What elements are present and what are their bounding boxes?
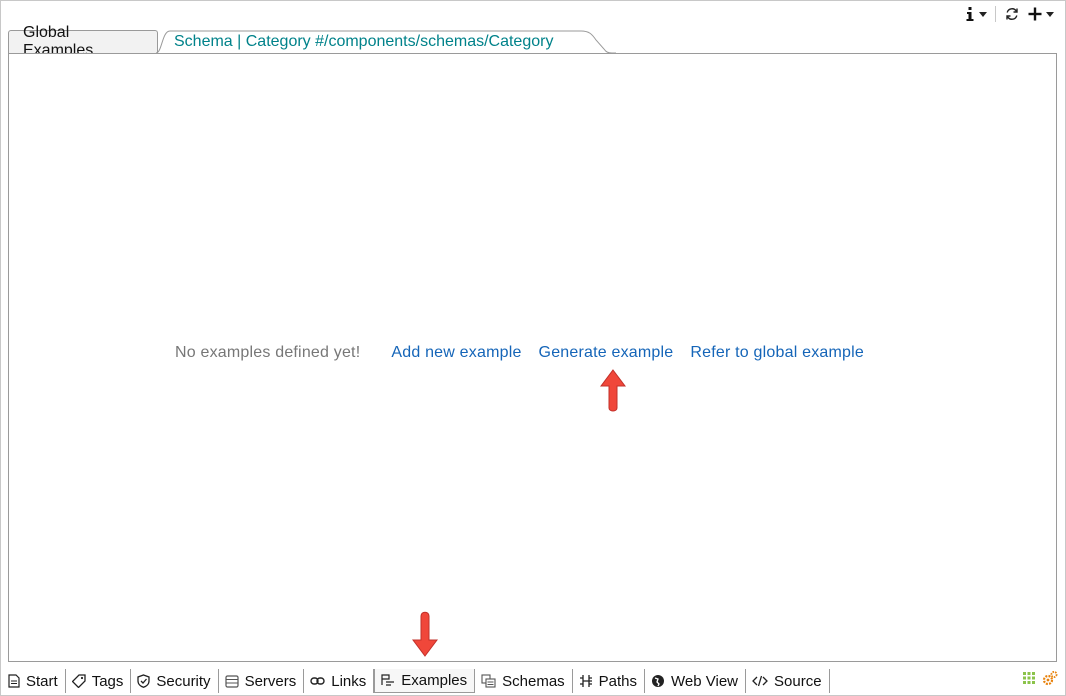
empty-message: No examples defined yet! (175, 344, 361, 361)
paths-icon (579, 675, 592, 687)
tab-label: Security (156, 672, 211, 690)
tab-links[interactable]: Links (304, 669, 375, 693)
grid-icon[interactable] (1022, 671, 1036, 685)
add-new-example-link[interactable]: Add new example (391, 344, 521, 362)
tab-label: Servers (244, 672, 297, 690)
document-icon (8, 674, 20, 688)
tab-schemas[interactable]: Schemas (475, 669, 573, 693)
arrow-down-icon (412, 611, 438, 657)
refresh-icon (1006, 8, 1018, 20)
tab-label: Schema | Category #/components/schemas/C… (174, 32, 554, 50)
tab-web-view[interactable]: Web View (645, 669, 747, 693)
link-icon (310, 677, 325, 685)
add-menu-button[interactable] (1028, 4, 1054, 24)
tab-label: Paths (598, 672, 638, 690)
examples-panel: No examples defined yet! Add new example… (8, 53, 1057, 662)
tab-source[interactable]: Source (746, 669, 830, 693)
tab-label: Source (774, 672, 822, 690)
tag-icon (71, 674, 86, 688)
arrow-up-icon (600, 369, 626, 412)
tab-label: Start (26, 672, 58, 690)
chevron-down-icon (979, 11, 987, 17)
plus-icon (1028, 7, 1042, 21)
status-icons (1022, 670, 1058, 686)
shield-icon (137, 674, 151, 688)
gears-icon[interactable] (1042, 670, 1058, 686)
toolbar-divider (995, 6, 996, 22)
bottom-tab-bar: Start Tags Security Servers Links Exampl… (2, 668, 1062, 694)
globe-icon (652, 675, 665, 687)
tab-schema-category[interactable]: Schema | Category #/components/schemas/C… (160, 30, 600, 53)
tab-global-examples[interactable]: Global Examples (8, 24, 158, 59)
tab-label: Examples (401, 672, 468, 689)
refer-global-example-link[interactable]: Refer to global example (690, 344, 864, 362)
tab-label: Web View (671, 672, 739, 690)
info-menu-button[interactable] (965, 4, 987, 24)
top-toolbar (965, 4, 1054, 24)
tab-examples[interactable]: Examples (374, 669, 476, 693)
schemas-icon (481, 674, 496, 688)
tab-tags[interactable]: Tags (66, 669, 132, 693)
tab-label: Links (331, 672, 367, 690)
editor-tab-strip: Global Examples Schema | Category #/comp… (8, 24, 1057, 59)
refresh-button[interactable] (1004, 4, 1020, 24)
server-icon (224, 674, 239, 688)
tab-start[interactable]: Start (2, 669, 66, 693)
chevron-down-icon (1046, 11, 1054, 17)
tab-label: Schemas (502, 672, 565, 690)
tab-paths[interactable]: Paths (573, 669, 646, 693)
tab-servers[interactable]: Servers (219, 669, 305, 693)
generate-example-link[interactable]: Generate example (539, 344, 674, 362)
tab-security[interactable]: Security (131, 669, 219, 693)
info-icon (966, 7, 974, 21)
tab-label: Tags (91, 672, 124, 690)
examples-icon (381, 674, 395, 686)
code-icon (752, 675, 768, 687)
empty-state-row: No examples defined yet! Add new example… (175, 344, 881, 362)
